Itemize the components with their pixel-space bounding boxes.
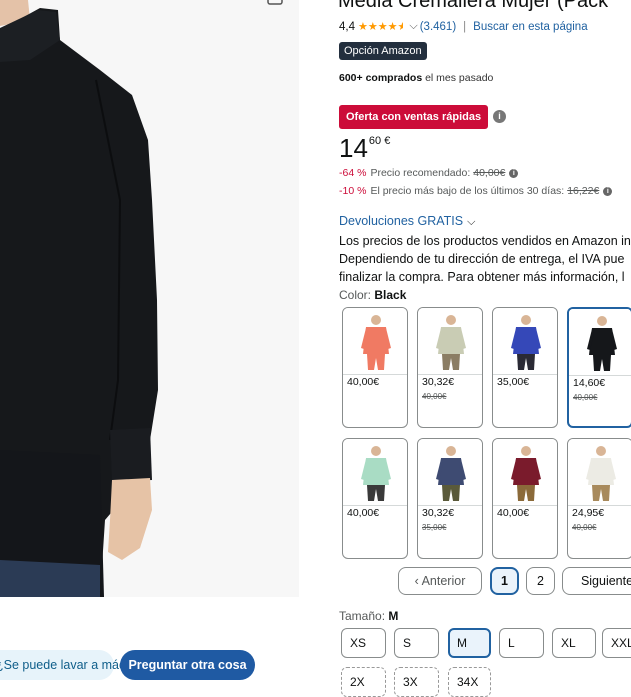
swatch-image	[493, 308, 557, 375]
rating-count-link[interactable]: (3.461)	[420, 21, 456, 33]
swatch-price: 40,00€	[347, 507, 380, 519]
bought-count-bold: 600+ comprados	[339, 72, 423, 84]
size-option[interactable]: M	[448, 628, 491, 658]
product-title: Media Cremallera Mujer (Pack	[338, 0, 609, 12]
rating-value: 4,4	[339, 20, 355, 33]
recommended-price-row: -64 % Precio recomendado: 40,00€ i	[339, 167, 519, 179]
size-value: M	[388, 609, 399, 623]
size-selector-label: Tamaño: M	[339, 609, 398, 623]
search-page-link[interactable]: Buscar en esta página	[473, 21, 587, 33]
swatch-image	[493, 439, 557, 506]
divider: |	[463, 20, 467, 33]
color-swatch[interactable]: 24,95€ 40,00€	[567, 438, 631, 559]
swatch-price: 30,32€	[422, 507, 455, 519]
tax-info-line: Los precios de los productos vendidos en…	[339, 234, 631, 248]
tax-info-line: finalizar la compra. Para obtener más in…	[339, 270, 625, 284]
free-returns-label[interactable]: Devoluciones GRATIS	[339, 214, 463, 228]
swatch-image	[568, 439, 631, 506]
recommended-price-label: Precio recomendado:	[370, 167, 471, 179]
deal-badge: Oferta con ventas rápidas	[339, 105, 489, 129]
chevron-down-icon[interactable]: ⌵	[467, 216, 475, 228]
swatch-price: 24,95€	[572, 507, 605, 519]
swatch-price: 35,00€	[497, 376, 530, 388]
swatch-old-price: 40,00€	[573, 393, 598, 402]
chevron-down-icon[interactable]: ⌵	[409, 20, 417, 33]
pagination-page-2[interactable]: 2	[526, 567, 555, 595]
recommended-price-old: 40,00€	[473, 167, 506, 179]
color-swatch[interactable]: 40,00€	[342, 307, 408, 428]
price: 14 60 €	[339, 133, 390, 163]
amazon-choice-badge: Opción Amazon	[339, 42, 427, 60]
swatch-price: 30,32€	[422, 376, 455, 388]
swatch-old-price: 35,00€	[422, 523, 447, 532]
discount-percent: -10 %	[339, 185, 367, 197]
size-label: Tamaño:	[339, 609, 386, 623]
share-icon[interactable]	[266, 0, 284, 6]
swatch-image	[418, 439, 482, 506]
size-option[interactable]: XS	[341, 628, 386, 658]
color-swatch[interactable]: 30,32€ 35,00€	[417, 438, 483, 559]
size-option[interactable]: S	[394, 628, 439, 658]
info-icon[interactable]: i	[603, 186, 613, 196]
color-swatch[interactable]: 14,60€ 40,00€	[567, 307, 631, 428]
color-selector-label: Color: Black	[339, 288, 406, 302]
lowest-price-old: 16,22€	[567, 185, 600, 197]
discount-percent: -64 %	[339, 167, 367, 179]
price-whole: 14	[339, 133, 368, 163]
product-photo	[0, 0, 299, 597]
pagination-page-1[interactable]: 1	[490, 567, 519, 595]
swatch-image	[343, 439, 407, 506]
swatch-image	[343, 308, 407, 375]
color-value: Black	[374, 288, 407, 302]
size-option[interactable]: 3X	[394, 667, 439, 697]
swatch-old-price: 40,00€	[422, 392, 447, 401]
size-option[interactable]: 34X	[448, 667, 491, 697]
color-label: Color:	[339, 288, 372, 302]
pagination-previous-button[interactable]: ‹ Anterior	[398, 567, 482, 595]
rating-row: 4,4 ★ ★ ★ ★ ★ ⌵ (3.461) | Buscar en esta pág…	[339, 20, 588, 33]
bought-count-rest: el mes pasado	[425, 72, 494, 84]
color-swatch[interactable]: 30,32€ 40,00€	[417, 307, 483, 428]
size-option[interactable]: XXL	[602, 628, 631, 658]
size-option[interactable]: XL	[552, 628, 596, 658]
tax-info-line: Dependiendo de tu dirección de entrega, …	[339, 252, 625, 266]
swatch-price: 40,00€	[497, 507, 530, 519]
lowest-price-label: El precio más bajo de los últimos 30 día…	[370, 185, 565, 197]
pagination-next-button[interactable]: Siguiente	[562, 567, 631, 595]
product-main-image[interactable]	[0, 0, 299, 597]
color-swatch[interactable]: 40,00€	[342, 438, 408, 559]
free-returns-link[interactable]: Devoluciones GRATIS ⌵	[339, 214, 475, 229]
suggested-question-chip[interactable]: ¿Se puede lavar a máquina?	[0, 650, 157, 680]
ask-something-else-button[interactable]: Preguntar otra cosa	[120, 650, 255, 680]
swatch-price: 40,00€	[347, 376, 380, 388]
price-fraction: 60 €	[368, 135, 391, 147]
rating-stars-icon[interactable]: ★ ★ ★ ★ ★	[358, 21, 407, 33]
lowest-price-row: -10 % El precio más bajo de los últimos …	[339, 185, 613, 197]
info-icon[interactable]: i	[509, 168, 519, 178]
swatch-image	[569, 309, 631, 376]
swatch-image	[418, 308, 482, 375]
info-icon[interactable]: i	[493, 110, 506, 123]
size-option[interactable]: 2X	[341, 667, 386, 697]
size-option[interactable]: L	[499, 628, 544, 658]
color-swatch[interactable]: 35,00€	[492, 307, 558, 428]
bought-count: 600+ comprados el mes pasado	[339, 72, 493, 84]
color-swatch[interactable]: 40,00€	[492, 438, 558, 559]
swatch-price: 14,60€	[573, 377, 606, 389]
swatch-old-price: 40,00€	[572, 523, 597, 532]
